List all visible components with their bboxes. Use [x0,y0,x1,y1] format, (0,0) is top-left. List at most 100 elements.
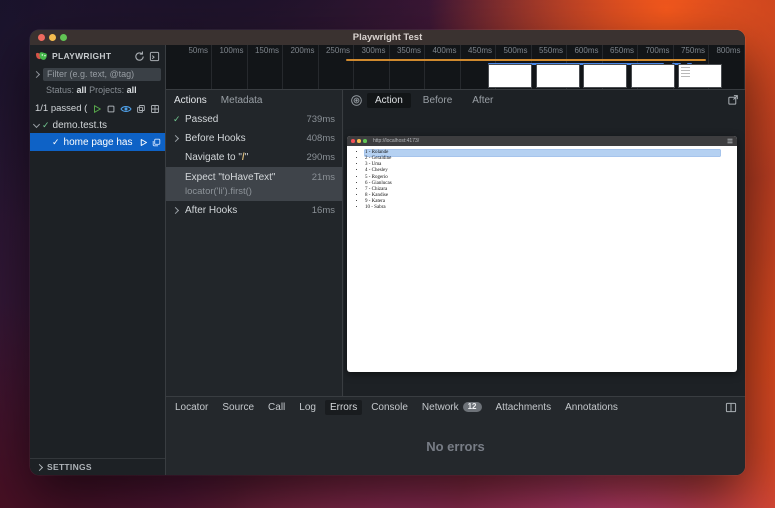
projects-label: Projects: [89,85,124,95]
close-window-button[interactable] [38,34,45,41]
test-file-name: demo.test.ts [53,120,107,131]
test-case-name: home page has the… [64,137,135,148]
snapshot-page: 1 - Rolande2 - Geraldine3 - Uma4 - Chesl… [347,146,737,212]
minimize-window-button[interactable] [49,34,56,41]
chevron-down-icon[interactable] [33,121,40,128]
copy-icon[interactable] [136,104,146,114]
tab-errors[interactable]: Errors [325,400,362,415]
tab-network[interactable]: Network12 [417,400,487,415]
toggle-layout-columns-icon[interactable] [725,402,737,413]
playwright-logo-icon [35,50,48,63]
snapshot-browser-chrome: http://localhost:4173/ [347,136,737,146]
tab-after[interactable]: After [464,93,501,108]
tab-locator[interactable]: Locator [170,400,213,415]
run-test-icon[interactable] [139,138,148,147]
timeline[interactable]: 50ms100ms150ms200ms250ms300ms350ms400ms4… [166,45,745,90]
run-all-icon[interactable] [92,104,102,114]
action-label: Passed [185,114,218,125]
action-row-navigate[interactable]: Navigate to "/" 290ms [166,148,342,167]
pass-check-icon: ✓ [173,115,181,124]
filter-input[interactable] [43,68,161,81]
actions-panel: Actions Metadata ✓ Passed 739ms Before H… [166,90,343,396]
projects-value[interactable]: all [127,85,137,95]
tab-source[interactable]: Source [217,400,259,415]
action-row-passed[interactable]: ✓ Passed 739ms [166,110,342,129]
tab-metadata[interactable]: Metadata [221,95,263,106]
timeline-tick: 400ms [425,45,461,89]
page-list-item[interactable]: 10 - Sabra [365,205,737,211]
chevron-right-icon[interactable] [172,207,179,214]
run-toolbar: 1/1 passed (100… [30,99,165,118]
timeline-tick: 300ms [354,45,390,89]
sidebar-header: PLAYWRIGHT [30,45,165,65]
tab-call[interactable]: Call [263,400,290,415]
timeline-filmstrip [488,64,722,88]
actions-tab-bar: Actions Metadata [166,90,342,110]
stop-icon[interactable] [106,104,116,114]
action-label: Before Hooks [185,133,246,144]
timeline-network-bar [346,59,706,61]
chevron-right-icon[interactable] [33,70,40,77]
snapshot-browser-window: http://localhost:4173/ 1 - Rolande2 - Ge… [347,136,737,372]
status-filters[interactable]: Status: all Projects: all [30,83,165,99]
chevron-right-icon[interactable] [172,135,179,142]
action-label: Navigate to "/" [185,152,248,163]
window-title: Playwright Test [30,32,745,43]
filmstrip-frame[interactable] [678,64,722,88]
network-count-badge: 12 [463,402,482,413]
open-trace-icon[interactable] [152,138,161,147]
tab-annotations[interactable]: Annotations [560,400,623,415]
open-external-icon[interactable] [727,94,739,106]
action-duration: 739ms [300,114,335,125]
terminal-icon[interactable] [149,51,160,62]
grid-view-icon[interactable] [150,104,160,114]
pass-check-icon: ✓ [52,138,60,147]
tab-actions[interactable]: Actions [174,95,207,106]
snapshot-panel: Action Before After http://localhost:417… [344,90,745,396]
tab-console[interactable]: Console [366,400,413,415]
main-area: 50ms100ms150ms200ms250ms300ms350ms400ms4… [166,45,745,475]
action-duration: 408ms [300,133,335,144]
snapshot-url: http://localhost:4173/ [373,136,725,146]
pick-locator-target-icon[interactable] [350,94,363,107]
sidebar: PLAYWRIGHT Status: all Projects: all 1/ [30,45,166,475]
filmstrip-frame[interactable] [536,64,580,88]
title-bar[interactable]: Playwright Test [30,30,745,45]
status-value[interactable]: all [77,85,87,95]
tab-attachments[interactable]: Attachments [491,400,557,415]
timeline-tick: 100ms [212,45,248,89]
action-duration: 290ms [300,152,335,163]
reload-tests-icon[interactable] [134,51,145,62]
timeline-tick: 150ms [248,45,284,89]
snapshot-toolbar: Action Before After [344,90,745,110]
action-row-before-hooks[interactable]: Before Hooks 408ms [166,129,342,148]
timeline-tick: 200ms [283,45,319,89]
action-duration: 21ms [306,172,335,183]
filmstrip-frame[interactable] [631,64,675,88]
page-list-item[interactable]: 1 - Rolande [365,150,737,156]
frame-content-preview [681,67,690,78]
chevron-right-icon [36,463,43,470]
timeline-tick: 350ms [390,45,426,89]
tab-log[interactable]: Log [294,400,321,415]
desktop-wallpaper: Playwright Test PLAYWRIGHT [0,0,775,508]
watch-eye-icon[interactable] [120,104,132,114]
zoom-window-button[interactable] [60,34,67,41]
filmstrip-frame[interactable] [488,64,532,88]
action-row-expect-selected[interactable]: Expect "toHaveText" 21ms locator('li').f… [166,167,342,201]
snapshot-minimize-icon [357,139,361,143]
action-locator: locator('li').first() [166,185,342,198]
tab-before[interactable]: Before [415,93,460,108]
tree-item-test-case-selected[interactable]: ✓ home page has the… [30,133,165,151]
filmstrip-frame[interactable] [583,64,627,88]
filter-section [30,65,165,83]
settings-section[interactable]: SETTINGS [30,458,165,475]
traffic-lights [38,34,67,41]
bottom-tab-bar: Locator Source Call Log Errors Console Network… [170,400,623,415]
action-duration: 16ms [306,205,335,216]
timeline-tick: 50ms [166,45,212,89]
tree-item-test-file[interactable]: ✓ demo.test.ts [30,118,165,133]
tab-action[interactable]: Action [367,93,411,108]
action-label: Expect "toHaveText" [185,172,275,183]
action-row-after-hooks[interactable]: After Hooks 16ms [166,201,342,220]
